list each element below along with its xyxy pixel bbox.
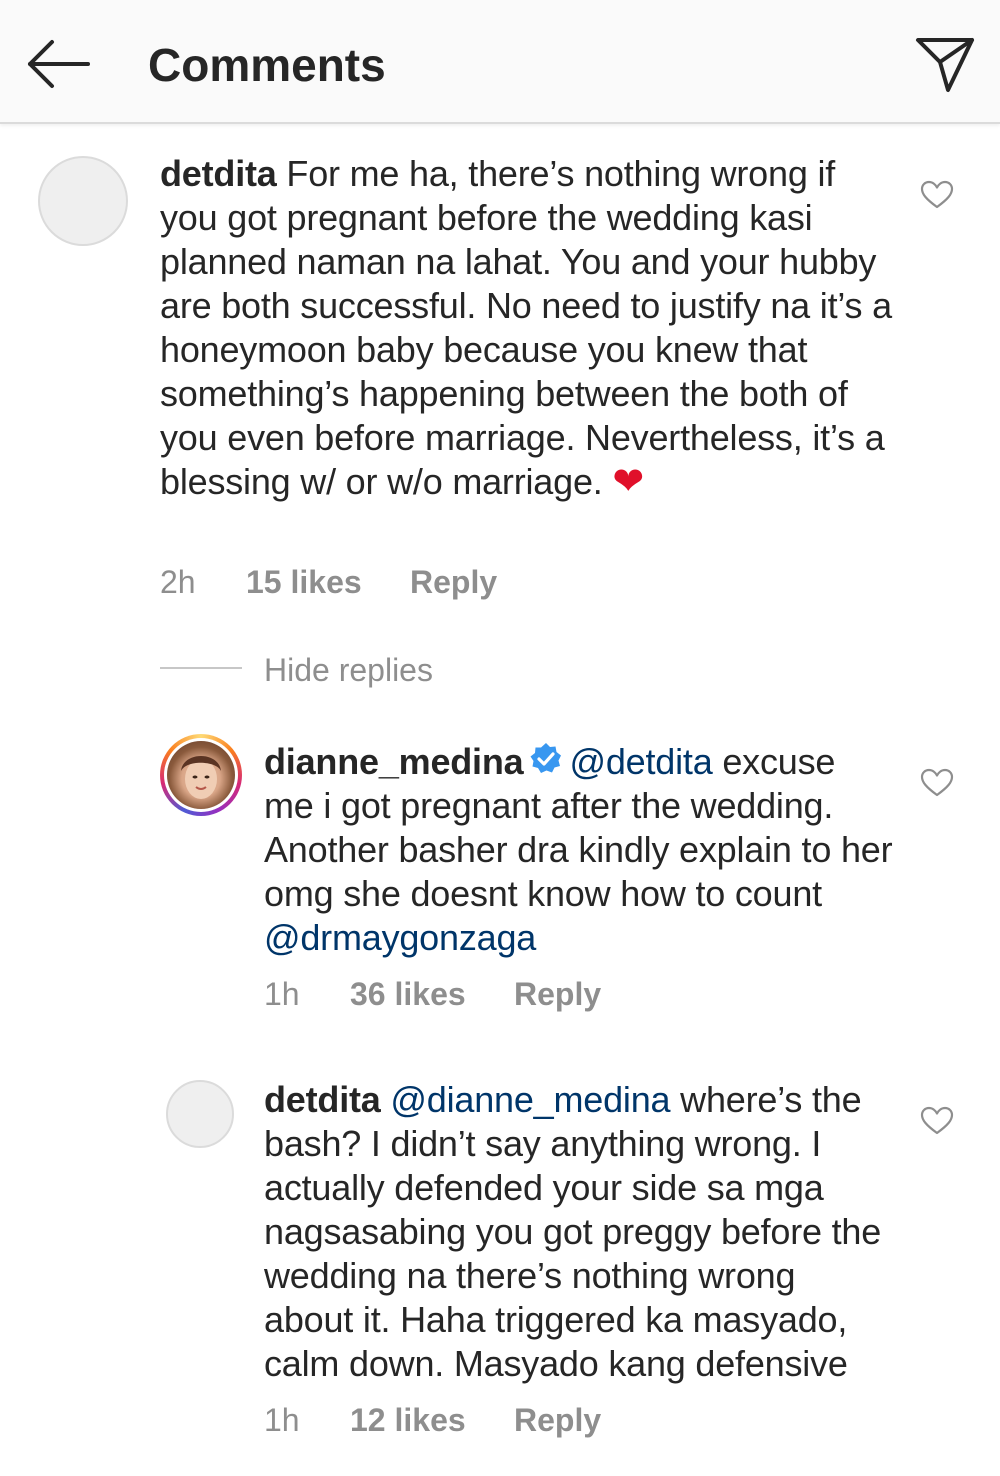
page-title: Comments [148,39,386,91]
heart-outline-icon [920,768,954,797]
likes-count[interactable]: 15 likes [246,562,410,602]
comment-text: detdita For me ha, there’s nothing wrong… [160,152,900,504]
like-button[interactable] [920,768,954,798]
divider [160,667,242,669]
comment-username[interactable]: detdita [264,1079,381,1120]
share-button[interactable] [912,32,978,96]
comment-text: dianne_medina @detdita excuse me i got pr… [264,740,894,960]
comment-username[interactable]: detdita [160,153,277,194]
comment-meta: 1h 36 likes Reply [264,974,601,1014]
verified-badge-icon [530,743,562,773]
mention-link[interactable]: @drmaygonzaga [264,917,536,958]
reply-button[interactable]: Reply [410,562,497,602]
mention-link[interactable]: @dianne_medina [390,1079,670,1120]
avatar [167,741,235,809]
hide-replies-label[interactable]: Hide replies [264,650,433,690]
heart-outline-icon [920,180,954,209]
comment-username[interactable]: dianne_medina [264,741,524,782]
back-button[interactable] [24,36,94,92]
reply-button[interactable]: Reply [514,1400,601,1440]
heart-emoji: ❤ [612,461,645,503]
profile-photo-icon [181,756,221,799]
comment-time: 1h [264,976,300,1012]
reply-button[interactable]: Reply [514,974,601,1014]
heart-outline-icon [920,1106,954,1135]
send-icon [916,38,974,92]
comment-meta: 1h 12 likes Reply [264,1400,601,1440]
mention-link[interactable]: @detdita [569,741,712,782]
comment-body: where’s the bash? I didn’t say anything … [264,1079,882,1384]
likes-count[interactable]: 36 likes [350,974,514,1014]
comment-time: 2h [160,564,196,600]
comment-body: For me ha, there’s nothing wrong if you … [160,153,892,502]
like-button[interactable] [920,1106,954,1136]
avatar[interactable] [38,156,128,246]
like-button[interactable] [920,180,954,210]
arrow-left-icon [28,40,90,88]
likes-count[interactable]: 12 likes [350,1400,514,1440]
comment-text: detdita @dianne_medina where’s the bash?… [264,1078,894,1386]
comment-meta: 2h 15 likes Reply [160,562,497,602]
avatar-story-ring[interactable] [160,734,242,816]
avatar[interactable] [166,1080,234,1148]
comment-time: 1h [264,1402,300,1438]
comments-header: Comments [0,0,1000,124]
avatar-ring-gap [164,738,238,812]
